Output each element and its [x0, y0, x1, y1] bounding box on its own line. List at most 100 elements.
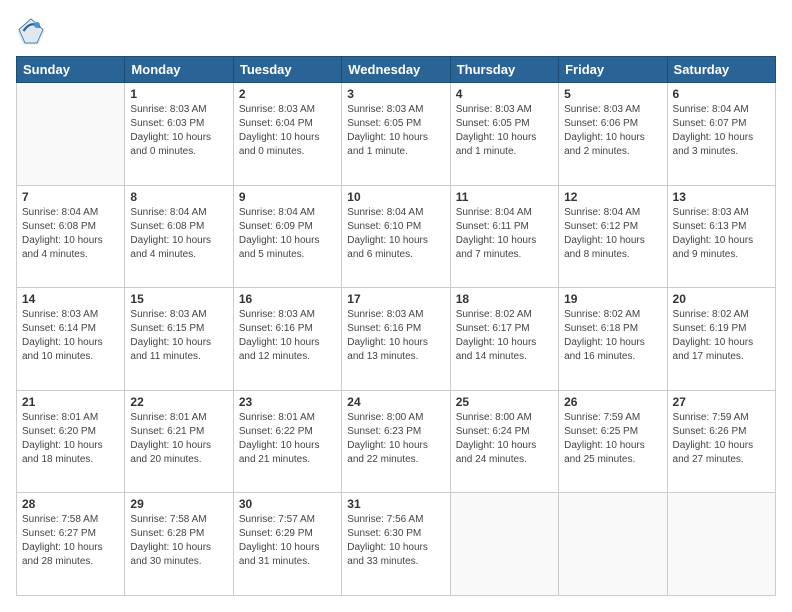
day-number: 19: [564, 292, 661, 306]
day-info: Sunrise: 8:03 AMSunset: 6:05 PMDaylight:…: [347, 103, 444, 159]
sunrise-label: Sunrise: 8:04 AM: [22, 207, 98, 218]
day-info: Sunrise: 8:01 AMSunset: 6:22 PMDaylight:…: [239, 411, 336, 467]
sunrise-label: Sunrise: 8:01 AM: [130, 412, 206, 423]
day-number: 9: [239, 190, 336, 204]
sunrise-label: Sunrise: 8:03 AM: [22, 309, 98, 320]
calendar-cell: 1Sunrise: 8:03 AMSunset: 6:03 PMDaylight…: [125, 83, 233, 186]
day-info: Sunrise: 7:59 AM Sunset: 6:25 PM Daylight:…: [564, 411, 661, 467]
day-number: 30: [239, 497, 336, 511]
sunrise-label: Sunrise: 7:59 AM: [564, 412, 640, 423]
calendar-cell: 5 Sunrise: 8:03 AMSunset: 6:06 PMDaylight…: [559, 83, 667, 186]
day-number: 28: [22, 497, 119, 511]
day-info: Sunrise: 8:00 AM Sunset: 6:24 PM Daylight:…: [456, 411, 553, 467]
sunrise-label: Sunrise: 8:04 AM: [564, 207, 640, 218]
sunset-label: Sunset: 6:12 PM: [564, 221, 638, 232]
day-info: Sunrise: 8:04 AMSunset: 6:10 PMDaylight:…: [347, 206, 444, 262]
sunrise-label: Sunrise: 7:57 AM: [239, 514, 315, 525]
calendar-cell: 29Sunrise: 7:58 AMSunset: 6:28 PMDayligh…: [125, 493, 233, 596]
sunset-label: Sunset: 6:27 PM: [22, 528, 96, 539]
sunset-label: Sunset: 6:08 PM: [130, 221, 204, 232]
sunset-label: Sunset: 6:23 PM: [347, 426, 421, 437]
daylight-label: Daylight: 10 hours and 28 minutes.: [22, 542, 103, 567]
calendar-cell: [450, 493, 558, 596]
day-number: 6: [673, 87, 770, 101]
sunrise-label: Sunrise: 8:00 AM: [456, 412, 532, 423]
sunset-label: Sunset: 6:28 PM: [130, 528, 204, 539]
day-number: 23: [239, 395, 336, 409]
daylight-label: Daylight: 10 hours and 4 minutes.: [22, 235, 103, 260]
day-info: Sunrise: 8:04 AM Sunset: 6:08 PM Daylight:…: [22, 206, 119, 262]
day-info: Sunrise: 7:56 AMSunset: 6:30 PMDaylight:…: [347, 513, 444, 569]
calendar-cell: 27 Sunrise: 7:59 AMSunset: 6:26 PMDayligh…: [667, 390, 775, 493]
daylight-label: Daylight: 10 hours and 25 minutes.: [564, 440, 645, 465]
calendar-cell: 16Sunrise: 8:03 AMSunset: 6:16 PMDayligh…: [233, 288, 341, 391]
daylight-label: Daylight: 10 hours and 8 minutes.: [564, 235, 645, 260]
sunrise-label: Sunrise: 7:56 AM: [347, 514, 423, 525]
calendar-cell: 25Sunrise: 8:00 AMSunset: 6:24 PMDayligh…: [450, 390, 558, 493]
daylight-label: Daylight: 10 hours and 22 minutes.: [347, 440, 428, 465]
day-info: Sunrise: 8:01 AMSunset: 6:20 PMDaylight:…: [22, 411, 119, 467]
day-info: Sunrise: 8:03 AMSunset: 6:06 PMDaylight:…: [564, 103, 661, 159]
sunrise-label: Sunrise: 8:03 AM: [347, 309, 423, 320]
day-info: Sunrise: 8:04 AMSunset: 6:08 PMDaylight:…: [130, 206, 227, 262]
calendar-cell: 13Sunrise: 8:03 AMSunset: 6:13 PMDayligh…: [667, 185, 775, 288]
sunset-label: Sunset: 6:05 PM: [456, 118, 530, 129]
calendar-cell: 11Sunrise: 8:04 AMSunset: 6:11 PMDayligh…: [450, 185, 558, 288]
calendar-cell: 21Sunrise: 8:01 AMSunset: 6:20 PMDayligh…: [17, 390, 125, 493]
calendar-table: SundayMondayTuesdayWednesdayThursdayFrid…: [16, 56, 776, 596]
sunrise-label: Sunrise: 8:04 AM: [673, 104, 749, 115]
daylight-label: Daylight: 10 hours and 11 minutes.: [130, 337, 211, 362]
day-info: Sunrise: 8:04 AM Sunset: 6:12 PM Daylight:…: [564, 206, 661, 262]
logo: [16, 16, 50, 46]
daylight-label: Daylight: 10 hours and 21 minutes.: [239, 440, 320, 465]
day-info: Sunrise: 8:04 AMSunset: 6:09 PMDaylight:…: [239, 206, 336, 262]
calendar-cell: 20Sunrise: 8:02 AMSunset: 6:19 PMDayligh…: [667, 288, 775, 391]
sunset-label: Sunset: 6:08 PM: [22, 221, 96, 232]
sunrise-label: Sunrise: 8:03 AM: [239, 104, 315, 115]
day-number: 5: [564, 87, 661, 101]
sunrise-label: Sunrise: 8:03 AM: [456, 104, 532, 115]
sunrise-label: Sunrise: 8:01 AM: [239, 412, 315, 423]
sunset-label: Sunset: 6:24 PM: [456, 426, 530, 437]
sunrise-label: Sunrise: 8:04 AM: [456, 207, 532, 218]
day-number: 27: [673, 395, 770, 409]
daylight-label: Daylight: 10 hours and 6 minutes.: [347, 235, 428, 260]
calendar-cell: 26 Sunrise: 7:59 AM Sunset: 6:25 PM Dayligh…: [559, 390, 667, 493]
sunrise-label: Sunrise: 8:02 AM: [673, 309, 749, 320]
calendar-cell: 10 Sunrise: 8:04 AMSunset: 6:10 PMDayligh…: [342, 185, 450, 288]
calendar-cell: [667, 493, 775, 596]
sunrise-label: Sunrise: 8:04 AM: [347, 207, 423, 218]
sunset-label: Sunset: 6:14 PM: [22, 323, 96, 334]
sunrise-label: Sunrise: 8:02 AM: [456, 309, 532, 320]
day-number: 17: [347, 292, 444, 306]
calendar-cell: 15Sunrise: 8:03 AMSunset: 6:15 PMDayligh…: [125, 288, 233, 391]
day-number: 10: [347, 190, 444, 204]
day-number: 4: [456, 87, 553, 101]
day-info: Sunrise: 8:02 AMSunset: 6:19 PMDaylight:…: [673, 308, 770, 364]
day-info: Sunrise: 7:58 AMSunset: 6:28 PMDaylight:…: [130, 513, 227, 569]
daylight-label: Daylight: 10 hours and 4 minutes.: [130, 235, 211, 260]
day-info: Sunrise: 7:58 AMSunset: 6:27 PMDaylight:…: [22, 513, 119, 569]
day-number: 26: [564, 395, 661, 409]
daylight-label: Daylight: 10 hours and 24 minutes.: [456, 440, 537, 465]
day-number: 16: [239, 292, 336, 306]
sunrise-label: Sunrise: 8:03 AM: [130, 104, 206, 115]
day-info: Sunrise: 8:03 AMSunset: 6:05 PMDaylight:…: [456, 103, 553, 159]
sunset-label: Sunset: 6:18 PM: [564, 323, 638, 334]
sunset-label: Sunset: 6:16 PM: [239, 323, 313, 334]
sunset-label: Sunset: 6:07 PM: [673, 118, 747, 129]
sunrise-label: Sunrise: 8:02 AM: [564, 309, 640, 320]
sunset-label: Sunset: 6:19 PM: [673, 323, 747, 334]
day-number: 13: [673, 190, 770, 204]
sunset-label: Sunset: 6:25 PM: [564, 426, 638, 437]
day-number: 24: [347, 395, 444, 409]
sunrise-label: Sunrise: 8:03 AM: [239, 309, 315, 320]
header: [16, 16, 776, 46]
day-info: Sunrise: 7:59 AMSunset: 6:26 PMDaylight:…: [673, 411, 770, 467]
calendar-week-2: 7Sunrise: 8:04 AMSunset: 6:08 PMDaylight…: [17, 185, 776, 288]
daylight-label: Daylight: 10 hours and 27 minutes.: [673, 440, 754, 465]
day-info: Sunrise: 8:02 AMSunset: 6:17 PMDaylight:…: [456, 308, 553, 364]
day-number: 22: [130, 395, 227, 409]
day-number: 20: [673, 292, 770, 306]
calendar-cell: 23 Sunrise: 8:01 AMSunset: 6:22 PMDayligh…: [233, 390, 341, 493]
